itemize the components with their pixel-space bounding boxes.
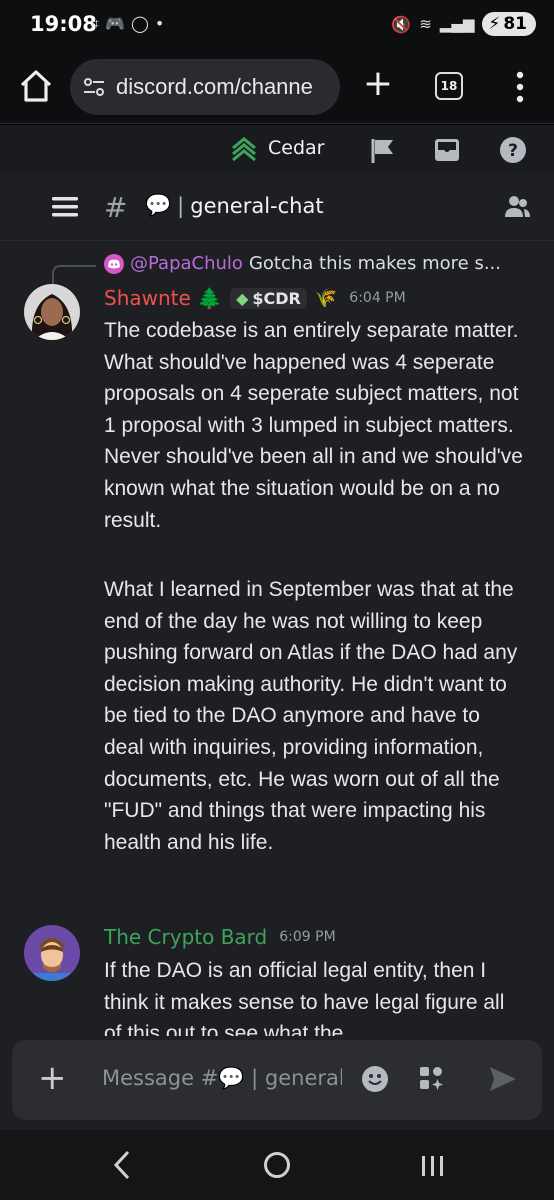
new-tab-button[interactable]: + bbox=[360, 66, 396, 106]
username[interactable]: The Crypto Bard bbox=[104, 925, 267, 949]
inbox-button[interactable] bbox=[432, 135, 462, 165]
address-bar[interactable]: discord.com/channe bbox=[70, 59, 340, 115]
inbox-icon bbox=[435, 139, 459, 161]
send-icon bbox=[490, 1067, 516, 1091]
help-button[interactable]: ? bbox=[498, 135, 528, 165]
home-nav-button[interactable] bbox=[264, 1152, 290, 1178]
channel-header: # 💬 | general-chat bbox=[0, 173, 554, 241]
status-bar: 19:08 ⌗ 🎮 ◯ • 🔇 ≋ ▂▄▆ ⚡ 81 bbox=[0, 0, 554, 52]
apps-button[interactable] bbox=[417, 1064, 447, 1094]
signal-icon: ▂▄▆ bbox=[439, 15, 475, 33]
home-icon bbox=[20, 70, 52, 102]
server-selector[interactable]: Cedar bbox=[230, 134, 324, 162]
text-channel-icon: # bbox=[104, 191, 128, 224]
recents-button[interactable] bbox=[420, 1154, 446, 1178]
avatar[interactable] bbox=[24, 284, 80, 340]
status-time: 19:08 bbox=[30, 12, 97, 36]
timestamp: 6:04 PM bbox=[349, 290, 406, 306]
speech-bubble-icon: 💬 bbox=[145, 193, 172, 217]
tab-switcher-button[interactable]: 18 bbox=[435, 72, 463, 100]
message-composer: + Message #💬 | general-chat bbox=[12, 1040, 542, 1120]
user-avatar-shawnte bbox=[24, 284, 80, 340]
send-button[interactable] bbox=[487, 1064, 519, 1094]
discord-logo-icon bbox=[108, 259, 120, 268]
wifi-icon: ≋ bbox=[419, 15, 432, 33]
reply-username[interactable]: @PapaChulo bbox=[130, 253, 243, 274]
server-tag[interactable]: ◆ $CDR bbox=[230, 287, 307, 309]
charging-icon: ⚡ bbox=[488, 14, 501, 34]
browser-menu-button[interactable] bbox=[510, 70, 530, 104]
server-name: Cedar bbox=[268, 137, 325, 159]
screenshot-icon: ⌗ bbox=[90, 14, 100, 33]
server-bar: Cedar ? bbox=[0, 125, 554, 173]
site-settings-icon bbox=[84, 78, 104, 96]
channel-title[interactable]: 💬 | general-chat bbox=[145, 193, 324, 218]
reply-avatar bbox=[104, 253, 124, 274]
home-button[interactable] bbox=[18, 68, 54, 104]
url-text: discord.com/channe bbox=[116, 74, 313, 99]
battery-level: 81 bbox=[503, 14, 527, 34]
message-text: The codebase is an entirely separate mat… bbox=[104, 319, 523, 532]
flag-button[interactable] bbox=[368, 135, 398, 165]
system-nav-bar bbox=[0, 1130, 554, 1200]
tag-label: $CDR bbox=[252, 288, 301, 308]
composer-area: + Message #💬 | general-chat bbox=[0, 1036, 554, 1130]
reply-connector bbox=[52, 265, 96, 287]
members-icon bbox=[505, 196, 530, 217]
avatar[interactable] bbox=[24, 925, 80, 981]
battery-indicator: ⚡ 81 bbox=[482, 12, 536, 36]
message-header: The Crypto Bard 6:09 PM bbox=[104, 925, 336, 949]
message-input[interactable]: Message #💬 | general-chat bbox=[102, 1066, 342, 1091]
emoji-icon bbox=[368, 1074, 382, 1085]
chat-bubble-icon: ◯ bbox=[130, 14, 149, 33]
back-icon bbox=[113, 1150, 130, 1180]
wheat-emoji: 🌾 bbox=[314, 287, 338, 309]
flag-icon bbox=[371, 139, 393, 163]
notification-icons: ⌗ 🎮 ◯ • bbox=[90, 14, 164, 34]
discord-notification-icon: 🎮 bbox=[105, 14, 125, 33]
svg-text:?: ? bbox=[508, 141, 518, 161]
menu-button[interactable] bbox=[52, 197, 78, 217]
browser-toolbar: discord.com/channe + 18 bbox=[0, 52, 554, 124]
mute-icon: 🔇 bbox=[391, 14, 412, 34]
leaf-icon: ◆ bbox=[236, 288, 249, 308]
attach-button[interactable]: + bbox=[38, 1060, 67, 1096]
emoji-button[interactable] bbox=[362, 1066, 388, 1092]
back-button[interactable] bbox=[110, 1148, 134, 1182]
reply-preview[interactable]: @PapaChulo Gotcha this makes more s... bbox=[104, 253, 501, 274]
cedar-logo-icon bbox=[232, 137, 256, 162]
username[interactable]: Shawnte 🌲 bbox=[104, 286, 222, 310]
message-text: What I learned in September was that at … bbox=[104, 578, 518, 854]
timestamp: 6:09 PM bbox=[279, 929, 336, 945]
members-button[interactable] bbox=[504, 195, 530, 219]
channel-divider: | bbox=[177, 193, 185, 218]
status-right: 🔇 ≋ ▂▄▆ ⚡ 81 bbox=[391, 12, 536, 36]
user-avatar-crypto-bard bbox=[24, 925, 80, 981]
recents-icon bbox=[422, 1156, 443, 1176]
more-vert-icon bbox=[516, 71, 524, 103]
message-list[interactable]: @PapaChulo Gotcha this makes more s... S… bbox=[0, 241, 554, 1036]
message-text: If the DAO is an official legal entity, … bbox=[104, 959, 505, 1036]
channel-name: general-chat bbox=[190, 193, 324, 218]
dot-icon: • bbox=[154, 14, 165, 33]
hamburger-icon bbox=[52, 197, 78, 217]
help-icon: ? bbox=[500, 137, 526, 163]
apps-icon bbox=[420, 1067, 443, 1090]
message-header: Shawnte 🌲 ◆ $CDR 🌾 6:04 PM bbox=[104, 286, 406, 310]
reply-text: Gotcha this makes more s... bbox=[248, 253, 501, 274]
